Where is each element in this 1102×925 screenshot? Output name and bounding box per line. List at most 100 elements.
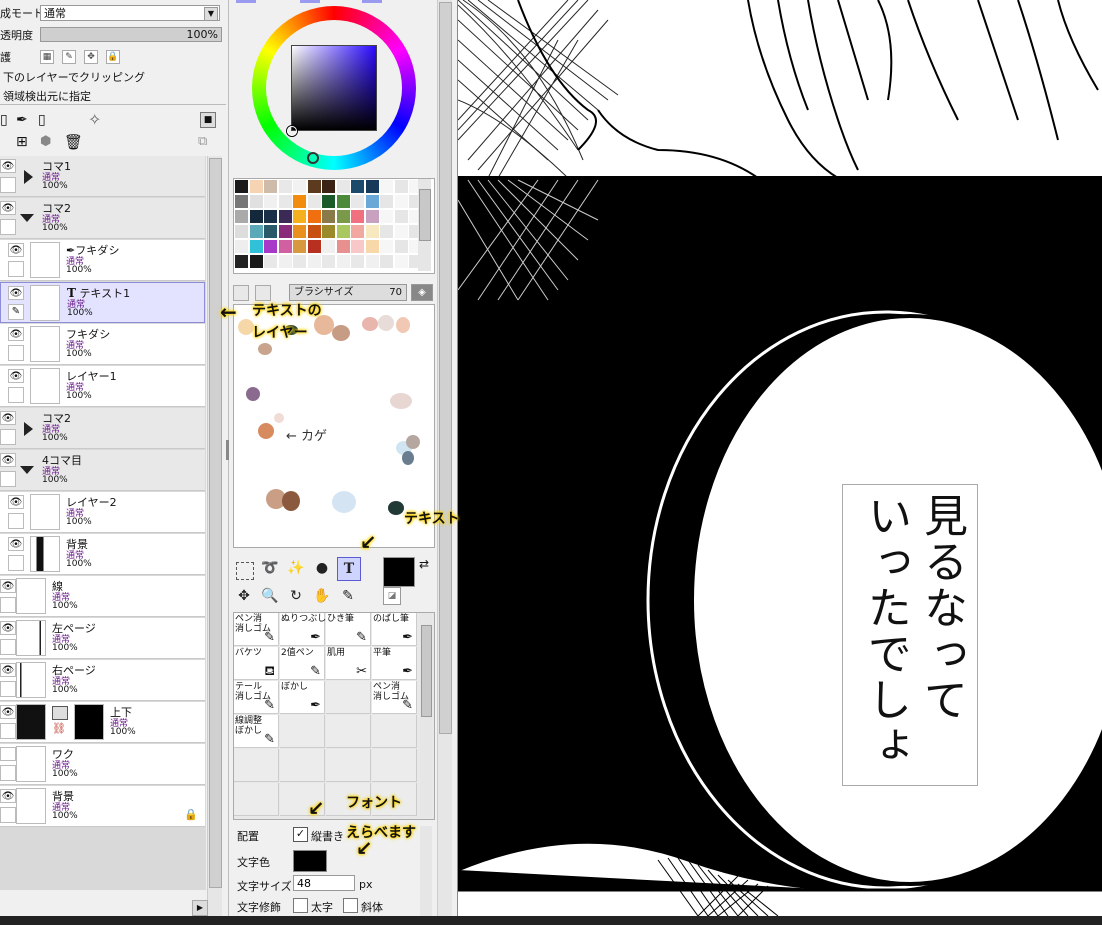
brush-slot[interactable]	[234, 783, 279, 816]
layer-lock-box[interactable]	[8, 387, 24, 403]
text-tool-icon[interactable]: T	[337, 557, 361, 581]
color-swatch[interactable]	[380, 195, 393, 208]
layer-lock-box[interactable]	[0, 429, 16, 445]
eye-icon[interactable]: 👁	[0, 201, 16, 215]
color-swatch[interactable]	[264, 195, 277, 208]
eye-icon[interactable]: 👁	[8, 286, 24, 300]
brush-scrollbar[interactable]	[420, 613, 432, 817]
color-swatch[interactable]	[249, 240, 263, 253]
eye-icon[interactable]: 👁	[0, 789, 16, 803]
brush-slot[interactable]: バケツ ⛾	[234, 647, 279, 680]
expand-icon[interactable]	[24, 422, 33, 436]
color-swatch[interactable]	[380, 180, 393, 193]
layer-row[interactable]: ワク 通常 100%	[0, 744, 205, 785]
eye-icon[interactable]: 👁	[8, 327, 24, 341]
brush-slot[interactable]: ペン消 消しゴム ✎	[372, 681, 417, 714]
color-swatch[interactable]	[264, 210, 277, 223]
brush-slot[interactable]	[280, 715, 325, 748]
color-swatch[interactable]	[380, 255, 393, 268]
color-swatch[interactable]	[351, 195, 364, 208]
brush-shape-icon[interactable]	[233, 285, 249, 301]
color-swatch[interactable]	[394, 225, 408, 238]
layer-row[interactable]: 👁 4コマ目 通常 100%	[0, 450, 205, 491]
clip-icon[interactable]: ⛓	[52, 722, 66, 735]
color-swatch[interactable]	[322, 180, 335, 193]
layer-lock-box[interactable]	[0, 597, 16, 613]
layer-row[interactable]: 👁 レイヤー2 通常 100%	[0, 492, 205, 533]
color-swatch[interactable]	[365, 210, 379, 223]
color-swatch[interactable]	[235, 180, 248, 193]
text-options-scrollbar[interactable]	[420, 826, 432, 916]
new-folder-icon[interactable]: ▯	[38, 112, 46, 128]
brush-slot[interactable]: ぼかし ✒	[280, 681, 325, 714]
sv-picker-handle[interactable]	[287, 126, 297, 136]
layer-lock-box[interactable]	[0, 471, 16, 487]
color-swatch[interactable]	[307, 195, 321, 208]
color-swatch[interactable]	[293, 180, 306, 193]
eye-icon[interactable]: 👁	[0, 159, 16, 173]
brush-slot[interactable]: テール 消しゴム ✎	[234, 681, 279, 714]
swap-colors-icon[interactable]: ⇄	[419, 557, 429, 571]
brush-slot[interactable]: 2值ペン ✎	[280, 647, 325, 680]
blend-mode-select[interactable]: 通常 ▼	[40, 5, 220, 21]
italic-checkbox[interactable]	[343, 898, 358, 913]
scroll-right-icon[interactable]: ▶	[192, 900, 208, 916]
color-swatch[interactable]	[380, 210, 393, 223]
color-swatch[interactable]	[235, 225, 248, 238]
clip-label[interactable]: 下のレイヤーでクリッピング	[3, 68, 145, 86]
layer-row[interactable]: 👁 レイヤー1 通常 100%	[0, 366, 205, 407]
brush-slot[interactable]	[372, 715, 417, 748]
bucket-icon[interactable]: ●	[311, 557, 333, 579]
color-swatch[interactable]	[380, 240, 393, 253]
color-swatch[interactable]	[249, 195, 263, 208]
color-swatch[interactable]	[307, 210, 321, 223]
expand-icon[interactable]	[24, 170, 33, 184]
color-swatch[interactable]	[235, 210, 248, 223]
color-swatch[interactable]	[351, 240, 364, 253]
layer-row[interactable]: 👁 右ページ 通常 100%	[0, 660, 205, 701]
layer-row[interactable]: 👁 コマ1 通常 100%	[0, 156, 205, 197]
protect-move-icon[interactable]: ✥	[84, 50, 98, 64]
collapse-icon[interactable]	[20, 466, 34, 474]
color-swatch[interactable]	[307, 180, 321, 193]
brush-slot[interactable]: のばし筆 ✒	[372, 613, 417, 646]
layer-row[interactable]: 👁 フキダシ 通常 100%	[0, 324, 205, 365]
mask-thumbnail[interactable]	[74, 704, 104, 740]
opacity-slider[interactable]: 100%	[40, 27, 222, 42]
color-swatch[interactable]	[351, 180, 364, 193]
layer-lock-box[interactable]	[0, 807, 16, 823]
color-swatch[interactable]	[264, 255, 277, 268]
color-swatch[interactable]	[336, 195, 350, 208]
splitter-handle[interactable]	[226, 440, 229, 460]
chevron-down-icon[interactable]: ▼	[204, 7, 218, 21]
color-swatch[interactable]	[278, 225, 292, 238]
color-swatch[interactable]	[293, 240, 306, 253]
color-swatch[interactable]	[365, 180, 379, 193]
eye-icon[interactable]: 👁	[8, 495, 24, 509]
color-swatch[interactable]	[235, 195, 248, 208]
color-swatch[interactable]	[307, 255, 321, 268]
layer-row[interactable]: 👁 コマ2 通常 100%	[0, 408, 205, 449]
color-mode-tab[interactable]	[236, 0, 256, 3]
color-swatch[interactable]	[293, 210, 306, 223]
brush-slot[interactable]: ぬりつぶし ✒	[280, 613, 326, 646]
layer-lock-box[interactable]	[8, 261, 24, 277]
color-swatches[interactable]	[233, 178, 435, 274]
color-swatch[interactable]	[336, 180, 350, 193]
layer-row[interactable]: 👁 ✒フキダシ 通常 100%	[0, 240, 205, 281]
rotate-icon[interactable]: ↻	[285, 585, 307, 607]
layer-lock-box[interactable]	[0, 639, 16, 655]
layer-lock-box[interactable]	[0, 177, 16, 193]
layer-mask-icon[interactable]: ■	[200, 112, 216, 128]
eye-icon[interactable]: 👁	[0, 411, 16, 425]
text-box[interactable]: 見るなって いったでしょ	[842, 484, 978, 786]
layer-lock-box[interactable]	[8, 345, 24, 361]
color-swatch[interactable]	[336, 225, 350, 238]
trash-icon[interactable]: 🗑	[64, 133, 83, 151]
brush-slot[interactable]: 肌用 ✂	[326, 647, 371, 680]
brush-shape-icon[interactable]	[255, 285, 271, 301]
color-swatch[interactable]	[249, 210, 263, 223]
layer-row-selected[interactable]: 👁 ✎ T テキスト1 通常 100%	[0, 282, 205, 323]
swatch-scrollbar[interactable]	[418, 179, 431, 271]
merge-icon[interactable]: ⬢	[40, 134, 51, 149]
